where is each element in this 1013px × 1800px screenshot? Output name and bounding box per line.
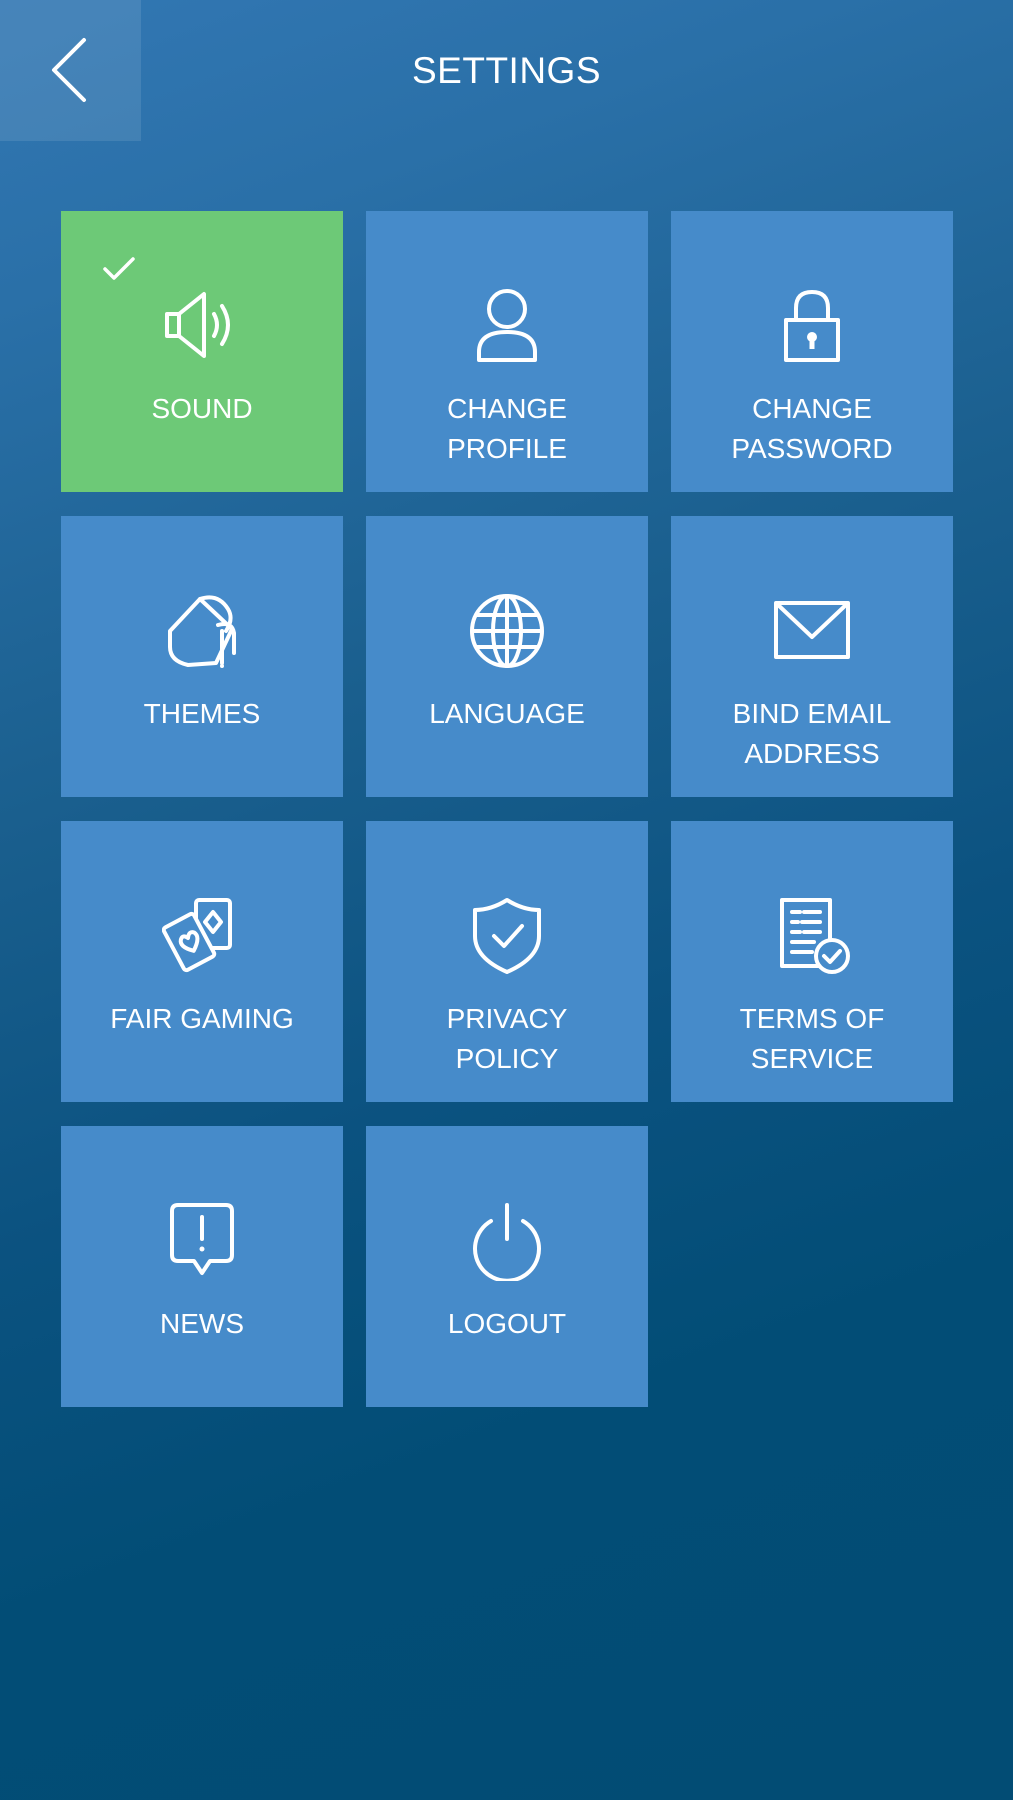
tile-label: SOUND	[151, 393, 253, 424]
tile-label: LANGUAGE	[429, 698, 585, 729]
paint-bucket-icon	[162, 591, 242, 671]
user-icon	[467, 286, 547, 366]
shield-check-icon	[467, 896, 547, 976]
fair-gaming-tile[interactable]: FAIR GAMING	[61, 821, 343, 1102]
tile-label: LOGOUT	[447, 1308, 567, 1339]
checkmark-icon	[103, 257, 135, 280]
alert-bubble-icon	[162, 1201, 242, 1281]
themes-tile[interactable]: THEMES	[61, 516, 343, 797]
privacy-policy-tile[interactable]: PRIVACY POLICY	[366, 821, 648, 1102]
sound-tile[interactable]: SOUND	[61, 211, 343, 492]
speaker-icon	[162, 286, 242, 366]
change-password-tile[interactable]: CHANGE PASSWORD	[671, 211, 953, 492]
logout-tile[interactable]: LOGOUT	[366, 1126, 648, 1407]
envelope-icon	[772, 591, 852, 671]
header: SETTINGS	[0, 0, 1013, 141]
document-check-icon	[772, 896, 852, 976]
tile-label: THEMES	[143, 698, 261, 729]
tile-label: CHANGE PROFILE	[447, 393, 567, 464]
lock-icon	[772, 286, 852, 366]
tile-label: PRIVACY POLICY	[446, 1003, 568, 1074]
tile-label: TERMS OF SERVICE	[739, 1003, 885, 1074]
chevron-left-icon	[52, 38, 86, 102]
power-icon	[467, 1201, 547, 1281]
tile-label: NEWS	[160, 1308, 244, 1339]
page-title: SETTINGS	[411, 50, 602, 91]
back-button[interactable]	[0, 0, 141, 141]
globe-icon	[467, 591, 547, 671]
news-tile[interactable]: NEWS	[61, 1126, 343, 1407]
tile-label: BIND EMAIL ADDRESS	[732, 698, 892, 769]
terms-of-service-tile[interactable]: TERMS OF SERVICE	[671, 821, 953, 1102]
tile-label: CHANGE PASSWORD	[731, 393, 893, 464]
tile-label: FAIR GAMING	[110, 1003, 294, 1034]
change-profile-tile[interactable]: CHANGE PROFILE	[366, 211, 648, 492]
language-tile[interactable]: LANGUAGE	[366, 516, 648, 797]
bind-email-address-tile[interactable]: BIND EMAIL ADDRESS	[671, 516, 953, 797]
playing-cards-icon	[162, 896, 242, 976]
